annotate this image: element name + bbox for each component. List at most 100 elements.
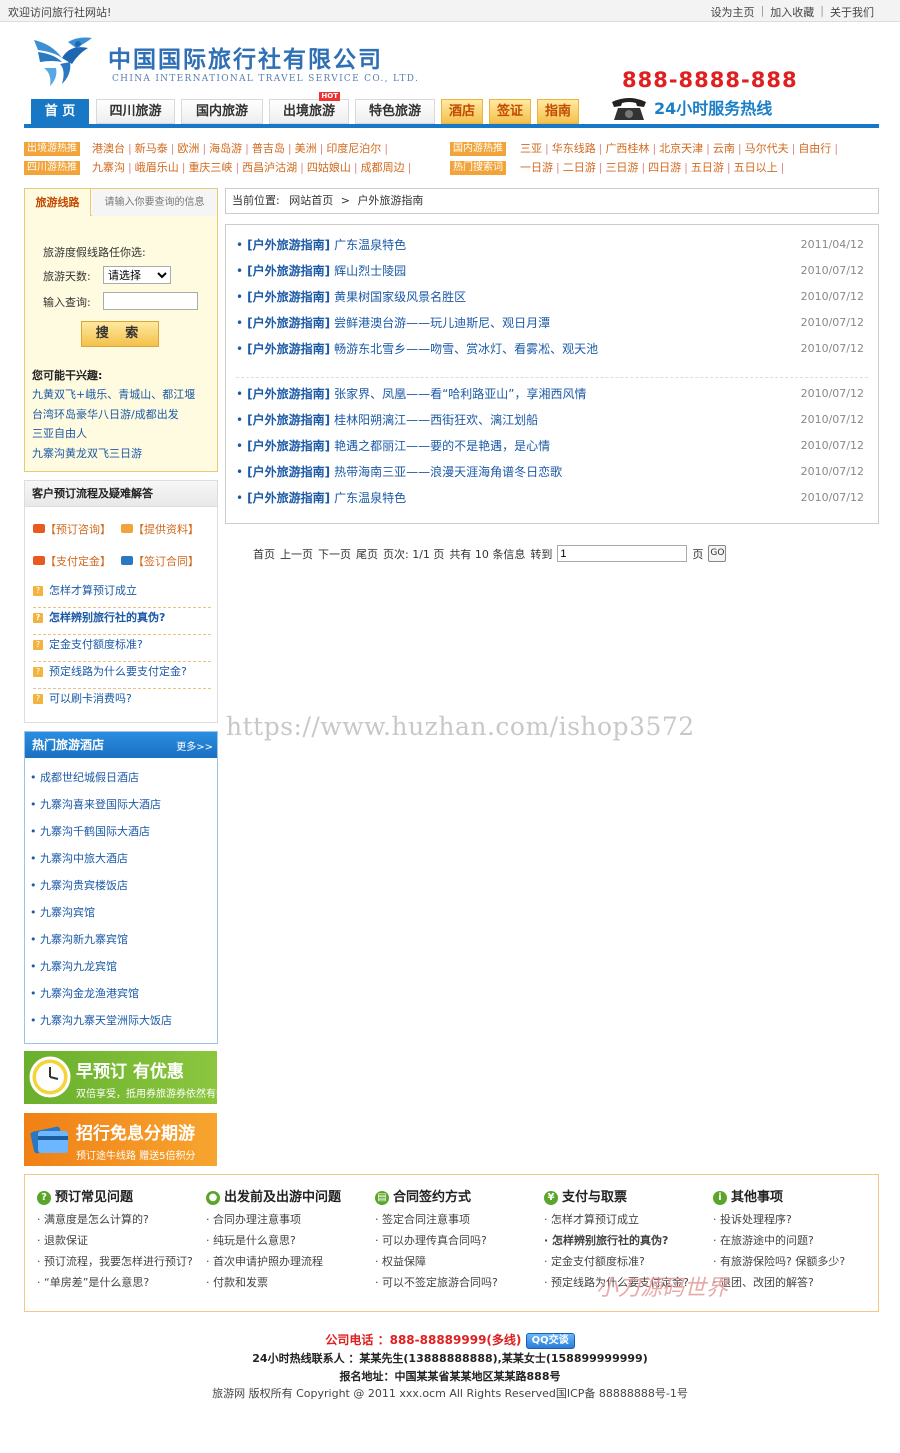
article-row[interactable]: • [户外旅游指南] 畅游东北雪乡——吻雪、赏冰灯、看雾凇、观天池 2010/07/1… [236, 336, 864, 362]
help-link[interactable]: 在旅游途中的问题? [713, 1230, 881, 1251]
article-category[interactable]: [户外旅游指南] [247, 491, 330, 505]
process-deposit-link[interactable]: 【支付定金】 [45, 553, 111, 569]
go-button[interactable]: GO [708, 545, 727, 562]
article-row[interactable]: • [户外旅游指南] 桂林阳朔漓江——西街狂欢、漓江划船 2010/07/12 [236, 407, 864, 433]
process-materials-link[interactable]: 【提供资料】 [133, 521, 199, 537]
qq-chat-button[interactable]: QQ交谈 [525, 1332, 575, 1349]
pager-prev[interactable]: 上一页 [280, 546, 313, 562]
hot-link[interactable]: 印度尼泊尔 [326, 142, 381, 155]
article-title[interactable]: 桂林阳朔漓江——西街狂欢、漓江划船 [334, 413, 538, 427]
hot-link[interactable]: 四日游 [648, 161, 681, 174]
hot-link[interactable]: 普吉岛 [252, 142, 285, 155]
tab-info-search[interactable]: 请输入你要查询的信息 [92, 189, 217, 216]
article-category[interactable]: [户外旅游指南] [247, 316, 330, 330]
article-category[interactable]: [户外旅游指南] [247, 387, 330, 401]
help-link[interactable]: 有旅游保险吗? 保额多少? [713, 1251, 881, 1272]
article-title[interactable]: 热带海南三亚——浪漫天涯海角谱冬日恋歌 [334, 465, 562, 479]
about-us-link[interactable]: 关于我们 [830, 4, 874, 20]
help-link[interactable]: 付款和发票 [206, 1272, 374, 1293]
process-consult-link[interactable]: 【预订咨询】 [45, 521, 111, 537]
hot-link[interactable]: 新马泰 [135, 142, 168, 155]
faq-item[interactable]: ? 定金支付额度标准? [33, 635, 211, 662]
hot-link[interactable]: 欧洲 [177, 142, 199, 155]
faq-item[interactable]: ? 可以刷卡消费吗? [33, 689, 211, 716]
help-link[interactable]: 预订流程，我要怎样进行预订? [37, 1251, 205, 1272]
help-link[interactable]: 怎样才算预订成立 [544, 1209, 712, 1230]
hotel-item[interactable]: 九寨沟九龙宾馆 [30, 953, 172, 980]
nav-domestic[interactable]: 国内旅游 [181, 99, 263, 124]
nav-featured[interactable]: 特色旅游 [355, 99, 435, 124]
article-category[interactable]: [户外旅游指南] [247, 264, 330, 278]
faq-item[interactable]: ? 怎样辨别旅行社的真伪? [33, 608, 211, 635]
help-link[interactable]: 投诉处理程序? [713, 1209, 881, 1230]
hot-link[interactable]: 五日游 [691, 161, 724, 174]
interest-item[interactable]: 三亚自由人 [32, 424, 195, 444]
hotel-item[interactable]: 九寨沟金龙渔港宾馆 [30, 980, 172, 1007]
help-link[interactable]: 退款保证 [37, 1230, 205, 1251]
article-title[interactable]: 畅游东北雪乡——吻雪、赏冰灯、看雾凇、观天池 [334, 342, 598, 356]
article-title[interactable]: 辉山烈士陵园 [334, 264, 406, 278]
article-row[interactable]: • [户外旅游指南] 尝鲜港澳台游——玩儿迪斯尼、观日月潭 2010/07/12 [236, 310, 864, 336]
hot-link[interactable]: 自由行 [798, 142, 831, 155]
faq-item[interactable]: ? 怎样才算预订成立 [33, 581, 211, 608]
article-category[interactable]: [户外旅游指南] [247, 413, 330, 427]
pager-first[interactable]: 首页 [253, 546, 275, 562]
hot-link[interactable]: 三亚 [520, 142, 542, 155]
article-title[interactable]: 张家界、凤凰——看“哈利路亚山”，享湘西风情 [334, 387, 586, 401]
hotel-item[interactable]: 九寨沟喜来登国际大酒店 [30, 791, 172, 818]
hot-link[interactable]: 北京天津 [659, 142, 703, 155]
set-homepage-link[interactable]: 设为主页 [711, 4, 755, 20]
faq-item[interactable]: ? 预定线路为什么要支付定金? [33, 662, 211, 689]
article-row[interactable]: • [户外旅游指南] 艳遇之都丽江——要的不是艳遇，是心情 2010/07/12 [236, 433, 864, 459]
hotel-item[interactable]: 九寨沟九寨天堂洲际大饭店 [30, 1007, 172, 1034]
article-row[interactable]: • [户外旅游指南] 广东温泉特色 2011/04/12 [236, 232, 864, 258]
article-title[interactable]: 尝鲜港澳台游——玩儿迪斯尼、观日月潭 [334, 316, 550, 330]
help-link[interactable]: 退团、改团的解答? [713, 1272, 881, 1293]
pager-next[interactable]: 下一页 [318, 546, 351, 562]
article-row[interactable]: • [户外旅游指南] 张家界、凤凰——看“哈利路亚山”，享湘西风情 2010/07/1… [236, 381, 864, 407]
hot-link[interactable]: 成都周边 [361, 161, 405, 174]
article-category[interactable]: [户外旅游指南] [247, 439, 330, 453]
nav-visa[interactable]: 签证 [489, 99, 531, 124]
hot-link[interactable]: 云南 [713, 142, 735, 155]
page-number-input[interactable] [557, 545, 688, 562]
hot-link[interactable]: 华东线路 [552, 142, 596, 155]
nav-outbound[interactable]: 出境旅游 HOT [269, 92, 349, 124]
article-title[interactable]: 广东温泉特色 [334, 491, 406, 505]
pager-last[interactable]: 尾页 [356, 546, 378, 562]
help-link[interactable]: 可以不签定旅游合同吗? [375, 1272, 543, 1293]
nav-home[interactable]: 首 页 [31, 99, 89, 124]
search-button[interactable]: 搜 索 [81, 321, 159, 347]
help-link[interactable]: 可以办理传真合同吗? [375, 1230, 543, 1251]
help-link[interactable]: 定金支付额度标准? [544, 1251, 712, 1272]
hotels-more-link[interactable]: 更多>> [176, 738, 213, 753]
hot-link[interactable]: 马尔代夫 [745, 142, 789, 155]
installment-banner[interactable]: 招行免息分期游 预订途牛线路 赠送5倍积分 [24, 1113, 217, 1166]
nav-guide[interactable]: 指南 [537, 99, 579, 124]
hotel-item[interactable]: 九寨沟中旅大酒店 [30, 845, 172, 872]
hotel-item[interactable]: 九寨沟贵宾楼饭店 [30, 872, 172, 899]
help-link[interactable]: 权益保障 [375, 1251, 543, 1272]
hot-link[interactable]: 九寨沟 [92, 161, 125, 174]
help-link[interactable]: 满意度是怎么计算的? [37, 1209, 205, 1230]
article-row[interactable]: • [户外旅游指南] 辉山烈士陵园 2010/07/12 [236, 258, 864, 284]
hot-link[interactable]: 港澳台 [92, 142, 125, 155]
article-row[interactable]: • [户外旅游指南] 广东温泉特色 2010/07/12 [236, 485, 864, 511]
interest-item[interactable]: 九寨沟黄龙双飞三日游 [32, 444, 195, 464]
interest-item[interactable]: 台湾环岛豪华八日游/成都出发 [32, 405, 195, 425]
days-select[interactable]: 请选择 [103, 266, 171, 284]
hot-link[interactable]: 广西桂林 [605, 142, 649, 155]
nav-hotel[interactable]: 酒店 [441, 99, 483, 124]
hot-link[interactable]: 海岛游 [209, 142, 242, 155]
article-category[interactable]: [户外旅游指南] [247, 465, 330, 479]
article-row[interactable]: • [户外旅游指南] 热带海南三亚——浪漫天涯海角谱冬日恋歌 2010/07/12 [236, 459, 864, 485]
article-category[interactable]: [户外旅游指南] [247, 238, 330, 252]
add-favorite-link[interactable]: 加入收藏 [770, 4, 814, 20]
query-input[interactable] [103, 292, 198, 310]
help-link[interactable]: 纯玩是什么意思? [206, 1230, 374, 1251]
hotel-item[interactable]: 九寨沟宾馆 [30, 899, 172, 926]
interest-item[interactable]: 九黄双飞+峨乐、青城山、都江堰 [32, 385, 195, 405]
site-logo[interactable]: 中国国际旅行社有限公司 CHINA INTERNATIONAL TRAVEL S… [32, 34, 418, 94]
breadcrumb-home[interactable]: 网站首页 [289, 194, 333, 207]
hot-link[interactable]: 三日游 [605, 161, 638, 174]
